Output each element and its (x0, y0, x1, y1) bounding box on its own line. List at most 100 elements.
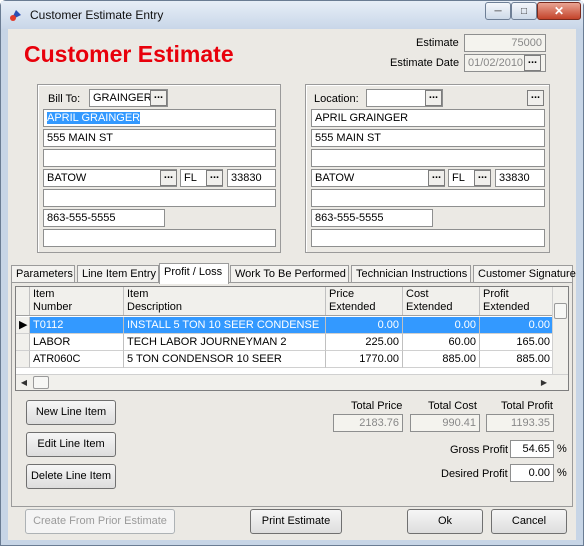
estimate-window: Customer Estimate Entry ─ □ ✕ Customer E… (0, 0, 584, 546)
total-cost-field[interactable]: 990.41 (410, 414, 480, 432)
form-body: Customer Estimate Estimate 75000 Estimat… (8, 29, 576, 540)
bill-to-lookup-button[interactable]: ... (150, 90, 167, 106)
column-header-item-number[interactable]: Item Number (30, 287, 124, 315)
location-city-field[interactable]: BATOW (311, 169, 445, 187)
ok-button[interactable]: Ok (407, 509, 483, 534)
bill-to-city-lookup-button[interactable]: ... (160, 170, 177, 186)
horizontal-scroll-thumb[interactable] (33, 376, 49, 389)
column-header-line: Description (127, 301, 183, 313)
location-phone-field[interactable]: 863-555-5555 (311, 209, 433, 227)
grid-vertical-scrollbar[interactable] (552, 287, 568, 375)
location-name-field[interactable]: APRIL GRAINGER (311, 109, 545, 127)
cell-cost-extended[interactable]: 60.00 (403, 334, 480, 351)
location-address1-field[interactable]: 555 MAIN ST (311, 129, 545, 147)
cell-profit-extended[interactable]: 165.00 (480, 334, 554, 351)
cell-profit-extended[interactable]: 0.00 (480, 317, 554, 334)
total-profit-field[interactable]: 1193.35 (486, 414, 554, 432)
title-bar[interactable]: Customer Estimate Entry ─ □ ✕ (1, 1, 583, 29)
tab-profit-loss[interactable]: Profit / Loss (159, 263, 229, 284)
estimate-date-label: Estimate Date (390, 57, 460, 69)
cell-item-description[interactable]: 5 TON CONDENSOR 10 SEER (124, 351, 326, 368)
bill-to-label: Bill To: (48, 93, 81, 105)
column-header-price-extended[interactable]: Price Extended (326, 287, 403, 315)
tab-customer-signature[interactable]: Customer Signature (473, 265, 576, 283)
bill-to-extra-field[interactable] (43, 189, 276, 207)
new-line-item-button[interactable]: New Line Item (26, 400, 116, 425)
estimate-label: Estimate (416, 37, 459, 49)
close-button[interactable]: ✕ (537, 2, 581, 20)
cell-item-number[interactable]: ATR060C (30, 351, 124, 368)
grid-horizontal-scrollbar[interactable]: ◀ ▶ (16, 374, 568, 390)
bill-to-city-field[interactable]: BATOW (43, 169, 177, 187)
app-icon (10, 10, 21, 21)
column-header-line: Item (33, 288, 55, 300)
desired-profit-percent-sign: % (557, 467, 567, 479)
location-notes-field[interactable] (311, 229, 545, 247)
location-lookup-button[interactable]: ... (425, 90, 442, 106)
bill-to-panel: Bill To: GRAINGER ... APRIL GRAINGER 555… (37, 84, 281, 253)
vertical-scroll-thumb[interactable] (554, 303, 567, 319)
location-address2-field[interactable] (311, 149, 545, 167)
tab-parameters[interactable]: Parameters (11, 265, 75, 283)
desired-profit-label: Desired Profit (441, 468, 508, 480)
date-picker-button[interactable]: ... (524, 55, 541, 71)
cell-item-description[interactable]: TECH LABOR JOURNEYMAN 2 (124, 334, 326, 351)
scroll-right-icon[interactable]: ▶ (536, 375, 552, 390)
bill-to-state-lookup-button[interactable]: ... (206, 170, 223, 186)
cell-price-extended[interactable]: 225.00 (326, 334, 403, 351)
total-price-field[interactable]: 2183.76 (333, 414, 403, 432)
tab-technician-instructions[interactable]: Technician Instructions (351, 265, 471, 283)
table-row[interactable]: ATR060C 5 TON CONDENSOR 10 SEER 1770.00 … (16, 351, 568, 368)
location-extra-lookup-button[interactable]: ... (527, 90, 544, 106)
row-indicator (16, 351, 30, 368)
location-state-lookup-button[interactable]: ... (474, 170, 491, 186)
total-profit-label: Total Profit (501, 400, 553, 412)
edit-line-item-button[interactable]: Edit Line Item (26, 432, 116, 457)
bill-to-address1-field[interactable]: 555 MAIN ST (43, 129, 276, 147)
bill-to-address2-field[interactable] (43, 149, 276, 167)
cell-profit-extended[interactable]: 885.00 (480, 351, 554, 368)
column-header-cost-extended[interactable]: Cost Extended (403, 287, 480, 315)
print-estimate-button[interactable]: Print Estimate (250, 509, 342, 534)
cancel-button[interactable]: Cancel (491, 509, 567, 534)
gross-profit-field[interactable]: 54.65 (510, 440, 554, 458)
delete-line-item-button[interactable]: Delete Line Item (26, 464, 116, 489)
grid-header: Item Number Item Description Price Extended… (16, 287, 568, 316)
tab-work-to-be-performed[interactable]: Work To Be Performed (230, 265, 349, 283)
column-header-item-description[interactable]: Item Description (124, 287, 326, 315)
total-cost-label: Total Cost (428, 400, 477, 412)
column-header-profit-extended[interactable]: Profit Extended (480, 287, 554, 315)
create-from-prior-estimate-button[interactable]: Create From Prior Estimate (25, 509, 175, 534)
location-extra-field[interactable] (311, 189, 545, 207)
maximize-icon: □ (520, 5, 528, 17)
table-row[interactable]: LABOR TECH LABOR JOURNEYMAN 2 225.00 60.… (16, 334, 568, 351)
line-item-grid[interactable]: Item Number Item Description Price Extended… (15, 286, 569, 391)
bill-to-notes-field[interactable] (43, 229, 276, 247)
table-row[interactable]: ▶ T0112 INSTALL 5 TON 10 SEER CONDENSE 0… (16, 317, 568, 334)
cell-price-extended[interactable]: 0.00 (326, 317, 403, 334)
cell-item-description[interactable]: INSTALL 5 TON 10 SEER CONDENSE (124, 317, 326, 334)
cell-item-number[interactable]: LABOR (30, 334, 124, 351)
minimize-button[interactable]: ─ (485, 2, 511, 20)
tab-line-item-entry[interactable]: Line Item Entry (77, 265, 159, 283)
cell-item-number[interactable]: T0112 (30, 317, 124, 334)
total-price-label: Total Price (351, 400, 403, 412)
estimate-number-field[interactable]: 75000 (464, 34, 546, 52)
column-header-line: Price (329, 288, 355, 300)
window-title: Customer Estimate Entry (30, 8, 164, 22)
scroll-left-icon[interactable]: ◀ (16, 375, 32, 390)
desired-profit-field[interactable]: 0.00 (510, 464, 554, 482)
cell-cost-extended[interactable]: 885.00 (403, 351, 480, 368)
close-icon: ✕ (553, 4, 565, 18)
location-panel: Location: ... ... APRIL GRAINGER 555 MAI… (305, 84, 550, 253)
column-header-line: Extended (329, 301, 376, 313)
cell-price-extended[interactable]: 1770.00 (326, 351, 403, 368)
bill-to-name-field[interactable]: APRIL GRAINGER (43, 109, 276, 127)
column-header-line: Item (127, 288, 149, 300)
maximize-button[interactable]: □ (511, 2, 537, 20)
location-zip-field[interactable]: 33830 (495, 169, 545, 187)
bill-to-phone-field[interactable]: 863-555-5555 (43, 209, 165, 227)
bill-to-zip-field[interactable]: 33830 (227, 169, 276, 187)
cell-cost-extended[interactable]: 0.00 (403, 317, 480, 334)
location-city-lookup-button[interactable]: ... (428, 170, 445, 186)
